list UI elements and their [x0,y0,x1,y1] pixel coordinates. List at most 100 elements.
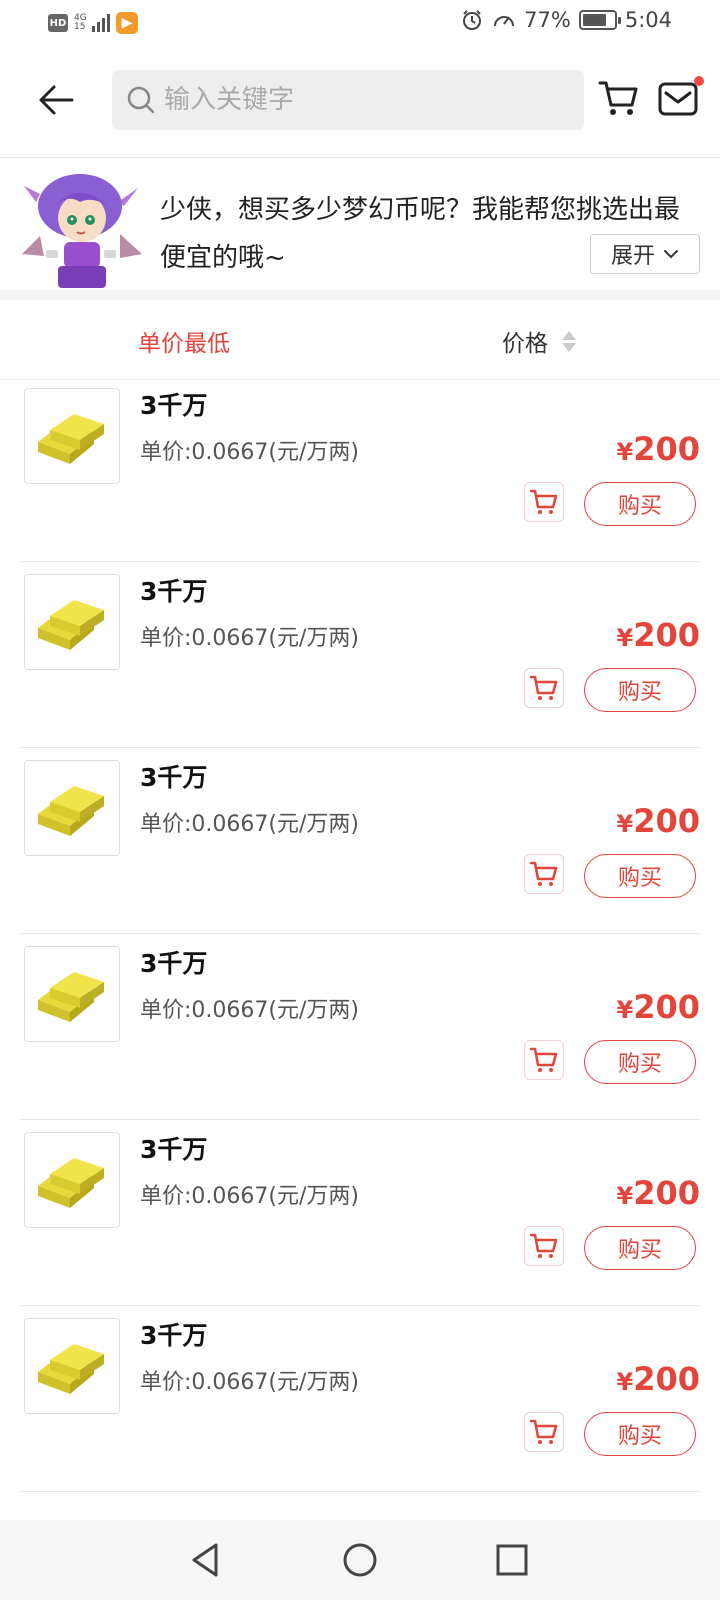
sort-arrows-icon [562,330,576,352]
buy-button[interactable]: 购买 [584,1040,696,1084]
helper-banner: 少侠，想买多少梦幻币呢？我能帮您挑选出最便宜的哦~ 展开 [0,158,720,288]
list-item[interactable]: 3千万 单价:0.0667(元/万两) ¥200 购买 [20,1116,700,1306]
battery-icon [578,10,621,30]
add-to-cart-button[interactable] [524,1040,564,1080]
cart-icon [529,1419,558,1444]
back-button[interactable] [34,78,78,122]
buy-button[interactable]: 购买 [584,668,696,712]
search-icon [127,86,155,114]
currency-symbol: ¥ [616,1182,634,1210]
buy-button[interactable]: 购买 [584,1412,696,1456]
triangle-back-icon [192,1543,218,1577]
list-item[interactable]: 3千万 单价:0.0667(元/万两) ¥200 购买 [20,1302,700,1492]
clock: 5:04 [624,8,672,32]
status-bar: HD 4G 15 ▶ 77% 5:04 [0,0,720,46]
cart-icon [598,81,638,115]
arrow-left-icon [39,85,74,115]
list-item[interactable]: 3千万 单价:0.0667(元/万两) ¥200 购买 [20,558,700,748]
speed-icon [492,8,516,32]
cart-icon [529,1047,558,1072]
cart-button[interactable] [598,78,640,120]
add-to-cart-button[interactable] [524,482,564,522]
buy-button[interactable]: 购买 [584,482,696,526]
item-unit-price: 单价:0.0667(元/万两) [140,998,359,1023]
price-value: 200 [633,1174,700,1212]
product-list: 3千万 单价:0.0667(元/万两) ¥200 购买 3千万 单价:0.066… [0,372,720,1520]
buy-button[interactable]: 购买 [584,854,696,898]
item-unit-price: 单价:0.0667(元/万两) [140,1370,359,1395]
item-unit-price: 单价:0.0667(元/万两) [140,440,359,465]
list-item[interactable]: 3千万 单价:0.0667(元/万两) ¥200 购买 [20,930,700,1120]
price-value: 200 [633,802,700,840]
currency-symbol: ¥ [616,996,634,1024]
item-unit-price: 单价:0.0667(元/万两) [140,1184,359,1209]
currency-symbol: ¥ [616,624,634,652]
item-title: 3千万 [140,391,208,420]
network-indicator: 4G 15 [74,14,87,32]
item-price: ¥200 [617,430,701,468]
list-item[interactable]: 3千万 单价:0.0667(元/万两) ¥200 购买 [20,372,700,562]
system-nav-bar [0,1520,720,1600]
cart-icon [529,1233,558,1258]
gold-bars-icon [24,574,120,670]
item-price: ¥200 [617,802,701,840]
buy-button[interactable]: 购买 [584,1226,696,1270]
item-title: 3千万 [140,577,208,606]
expand-button[interactable]: 展开 [590,234,700,274]
item-price: ¥200 [617,988,701,1026]
add-to-cart-button[interactable] [524,668,564,708]
battery-percent: 77% [524,8,571,32]
hd-badge: HD [48,14,68,32]
app-notification-icon: ▶ [116,12,138,34]
cart-icon [529,489,558,514]
item-unit-price: 单价:0.0667(元/万两) [140,812,359,837]
add-to-cart-button[interactable] [524,854,564,894]
message-button[interactable] [658,76,704,120]
alarm-icon [460,8,484,32]
sort-lowest-unit-price[interactable]: 单价最低 [138,324,230,358]
gold-bars-icon [24,388,120,484]
notification-dot [694,76,704,86]
item-title: 3千万 [140,949,208,978]
search-input[interactable] [164,85,564,115]
nav-back-button[interactable] [186,1540,226,1580]
battery-fill [582,14,606,26]
currency-symbol: ¥ [616,810,634,838]
circle-home-icon [343,1543,377,1577]
cart-icon [529,861,558,886]
nav-home-button[interactable] [340,1540,380,1580]
section-divider [0,290,720,300]
header [0,56,720,156]
gold-bars-icon [24,946,120,1042]
price-value: 200 [633,430,700,468]
item-title: 3千万 [140,763,208,792]
price-value: 200 [633,616,700,654]
add-to-cart-button[interactable] [524,1226,564,1266]
gold-bars-icon [24,1318,120,1414]
mascot-avatar [22,166,142,288]
chevron-down-icon [664,250,678,259]
nav-recents-button[interactable] [492,1540,532,1580]
item-price: ¥200 [617,1360,701,1398]
item-price: ¥200 [617,616,701,654]
cart-icon [529,675,558,700]
expand-label: 展开 [610,244,655,269]
price-value: 200 [633,988,700,1026]
price-value: 200 [633,1360,700,1398]
search-box[interactable] [112,70,584,130]
mail-icon [658,82,698,116]
gold-bars-icon [24,760,120,856]
item-title: 3千万 [140,1321,208,1350]
status-right: 77% 5:04 [460,8,672,32]
add-to-cart-button[interactable] [524,1412,564,1452]
item-title: 3千万 [140,1135,208,1164]
item-price: ¥200 [617,1174,701,1212]
gold-bars-icon [24,1132,120,1228]
square-recents-icon [496,1544,528,1576]
currency-symbol: ¥ [616,438,634,466]
currency-symbol: ¥ [616,1368,634,1396]
list-item[interactable]: 3千万 单价:0.0667(元/万两) ¥200 购买 [20,744,700,934]
sort-price-label: 价格 [502,331,548,357]
item-unit-price: 单价:0.0667(元/万两) [140,626,359,651]
sort-by-price[interactable]: 价格 [502,324,576,358]
